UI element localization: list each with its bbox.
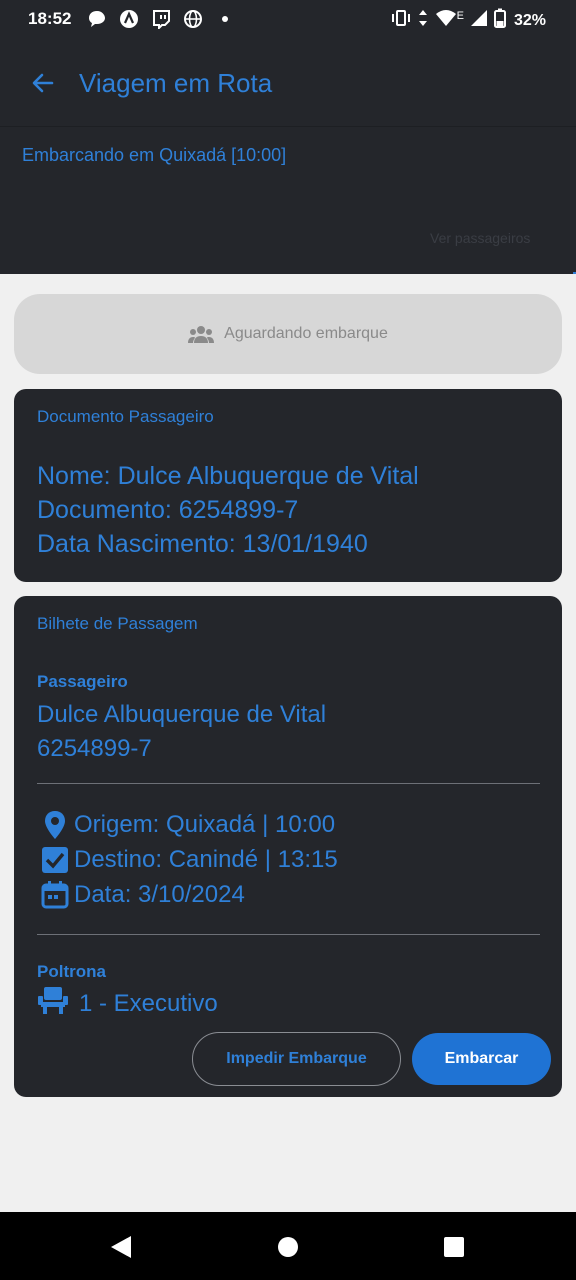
seat-row: 1 - Executivo [37, 986, 218, 1021]
boarding-status-pill[interactable]: Aguardando embarque [14, 294, 562, 374]
nav-back-button[interactable] [108, 1234, 134, 1260]
boarding-info: Embarcando em Quixadá [10:00] [22, 145, 287, 165]
check-box-icon [38, 843, 72, 877]
divider [37, 934, 540, 935]
wifi-icon [435, 9, 457, 32]
destination-text: Destino: Canindé | 13:15 [74, 846, 338, 873]
deny-boarding-button[interactable]: Impedir Embarque [192, 1032, 401, 1086]
passenger-name-line: Nome: Dulce Albuquerque de Vital [37, 462, 419, 490]
arrow-left-icon [32, 73, 54, 93]
square-recents-icon [444, 1237, 464, 1257]
seat-value: 1 - Executivo [79, 989, 218, 1017]
date-text: Data: 3/10/2024 [74, 881, 245, 908]
origin-row: Origem: Quixadá | 10:00 [38, 808, 335, 842]
ticket-card-heading: Bilhete de Passagem [37, 614, 198, 633]
passenger-document-line: Documento: 6254899-7 [37, 496, 299, 524]
nav-home-button[interactable] [275, 1234, 301, 1260]
ticket-passenger-document: 6254899-7 [37, 735, 152, 762]
destination-row: Destino: Canindé | 13:15 [38, 843, 338, 877]
seat-icon [37, 986, 69, 1021]
globe-icon [182, 8, 204, 30]
origin-text: Origem: Quixadá | 10:00 [74, 811, 336, 838]
group-icon [188, 326, 215, 343]
battery-icon [493, 8, 506, 33]
seat-label: Poltrona [37, 962, 106, 981]
vibrate-icon [391, 9, 411, 32]
network-type-label: E [456, 9, 464, 22]
notification-icons [86, 8, 236, 30]
app-header: Viagem em Rota Embarcando em Quixadá [10… [0, 40, 576, 274]
circle-home-icon [278, 1237, 298, 1257]
ticket-passenger-name: Dulce Albuquerque de Vital [37, 701, 327, 728]
data-arrows-icon [417, 9, 429, 32]
signal-icon [470, 9, 488, 32]
system-icons: E 32% [391, 8, 546, 33]
ticket-card: Bilhete de Passagem Passageiro Dulce Alb… [14, 596, 562, 1097]
date-row: Data: 3/10/2024 [38, 878, 245, 912]
ticket-passenger: Dulce Albuquerque de Vital 6254899-7 [37, 698, 326, 766]
passenger-birth-line: Data Nascimento: 13/01/1940 [37, 530, 368, 558]
dot-icon [214, 8, 236, 30]
view-passengers-link[interactable]: Ver passageiros [430, 230, 530, 246]
location-pin-icon [38, 808, 72, 842]
status-bar: 18:52 E 32% [0, 0, 576, 40]
header-divider [0, 126, 576, 127]
triangle-back-icon [111, 1236, 131, 1258]
back-button[interactable] [28, 68, 58, 98]
document-card: Documento Passageiro Nome: Dulce Albuque… [14, 389, 562, 582]
app-icon [118, 8, 140, 30]
passenger-label: Passageiro [37, 672, 128, 691]
battery-percent: 32% [513, 11, 546, 29]
status-time: 18:52 [28, 9, 72, 28]
document-card-heading: Documento Passageiro [37, 407, 214, 426]
boarding-status-label: Aguardando embarque [224, 325, 388, 342]
chat-icon [86, 8, 108, 30]
document-details: Nome: Dulce Albuquerque de Vital Documen… [37, 459, 419, 561]
navigation-bar [0, 1212, 576, 1280]
twitch-icon [150, 8, 172, 30]
nav-recents-button[interactable] [441, 1234, 467, 1260]
calendar-icon [38, 878, 72, 912]
board-button[interactable]: Embarcar [412, 1033, 551, 1085]
page-title: Viagem em Rota [79, 68, 273, 98]
divider [37, 783, 540, 784]
